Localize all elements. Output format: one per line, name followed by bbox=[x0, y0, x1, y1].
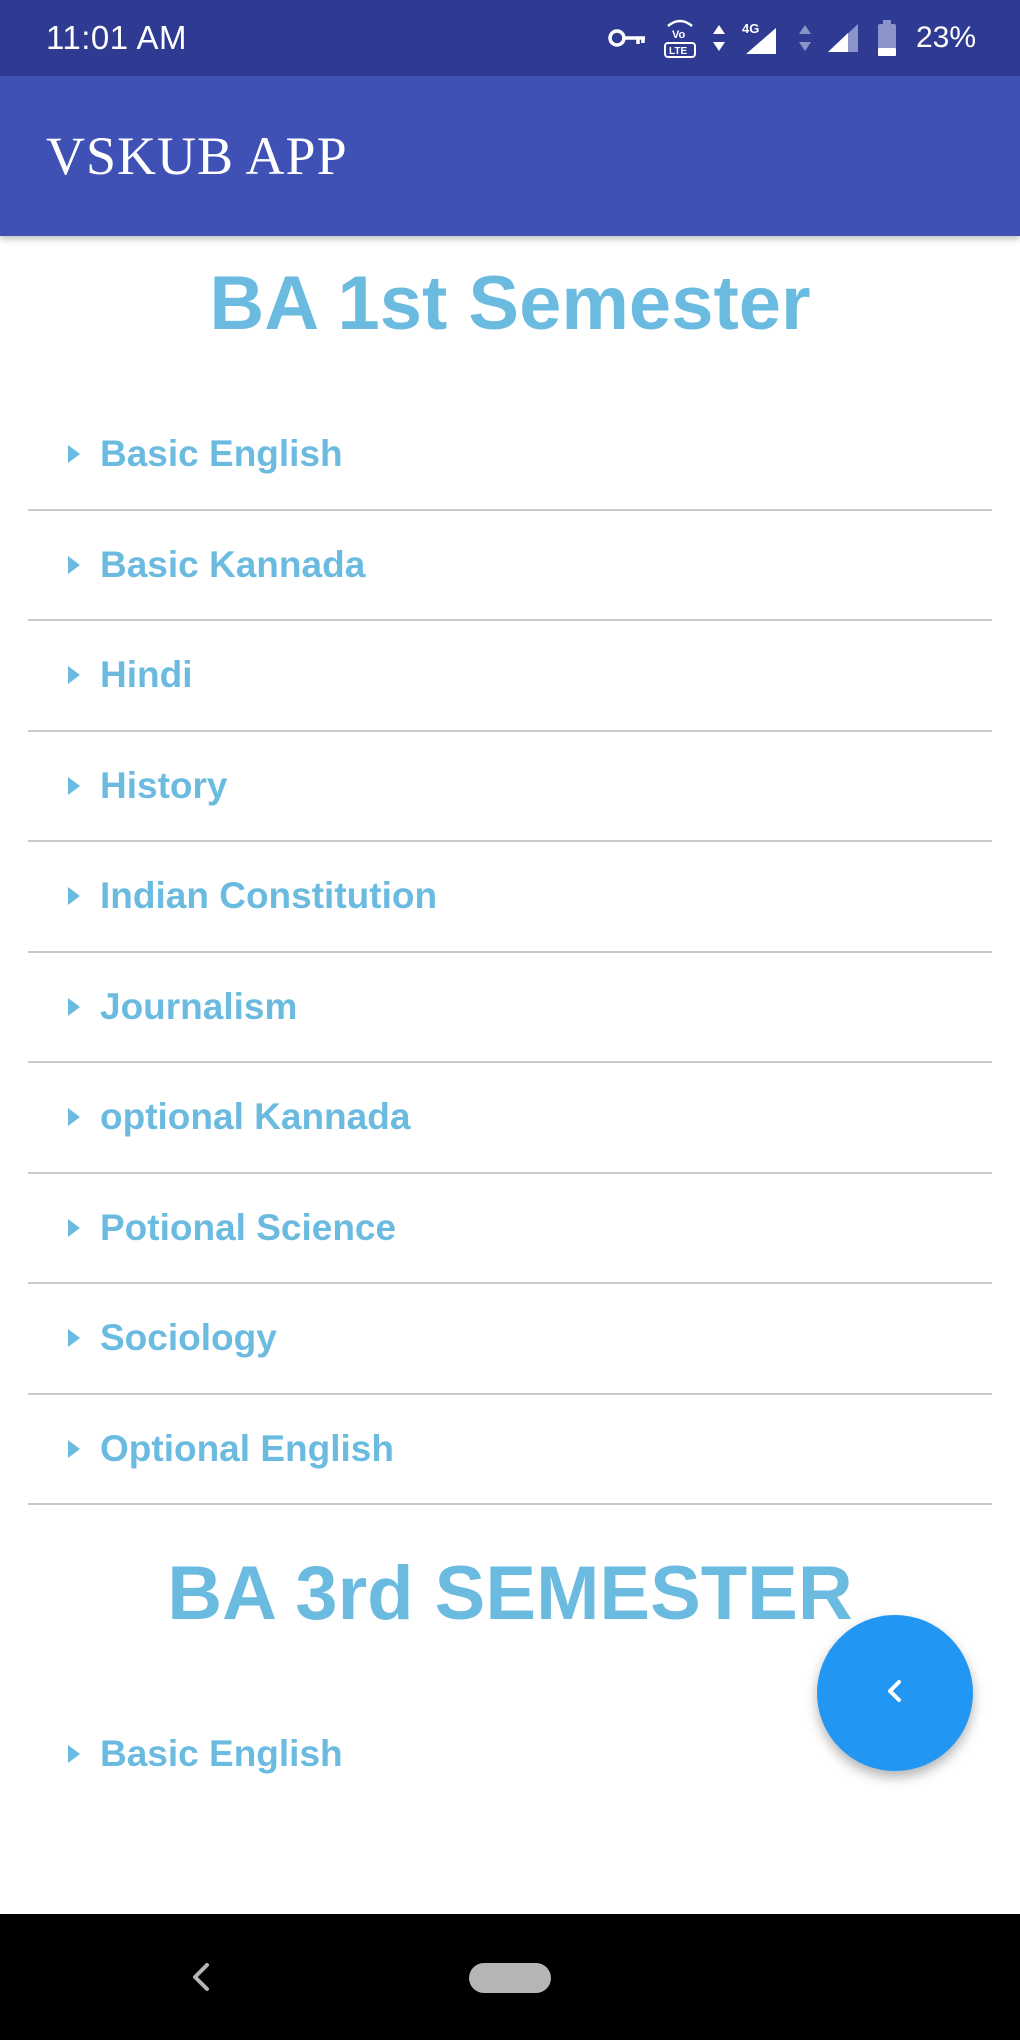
caret-right-icon bbox=[58, 880, 90, 912]
caret-right-icon bbox=[58, 438, 90, 470]
vpn-key-icon bbox=[608, 26, 648, 50]
caret-right-icon bbox=[58, 1433, 90, 1465]
list-item-optional-english[interactable]: Optional English bbox=[28, 1395, 992, 1505]
network-type-label: 4G bbox=[742, 21, 759, 36]
svg-text:Vo: Vo bbox=[672, 29, 686, 41]
chevron-left-icon bbox=[875, 1671, 915, 1716]
nav-home-pill-icon[interactable] bbox=[469, 1963, 551, 1993]
list-item-journalism[interactable]: Journalism bbox=[28, 953, 992, 1063]
status-bar: 11:01 AM Vo LTE 4G 23% bbox=[0, 0, 1020, 76]
list-item-label: Basic English bbox=[100, 1733, 343, 1775]
svg-text:LTE: LTE bbox=[669, 46, 687, 57]
caret-right-icon bbox=[58, 549, 90, 581]
list-item-label: Potional Science bbox=[100, 1206, 397, 1248]
back-fab-button[interactable] bbox=[817, 1615, 973, 1771]
list-item-label: Optional English bbox=[100, 1427, 394, 1469]
nav-back-icon[interactable] bbox=[180, 1954, 220, 2000]
data-arrows-dim-icon bbox=[798, 23, 812, 53]
caret-right-icon bbox=[58, 1322, 90, 1354]
app-bar: VSKUB APP bbox=[0, 76, 1020, 236]
subject-list-1st-semester: Basic English Basic Kannada Hindi Histor… bbox=[28, 400, 992, 1505]
signal-icon bbox=[826, 22, 862, 54]
list-item-basic-kannada[interactable]: Basic Kannada bbox=[28, 511, 992, 621]
list-item-label: Hindi bbox=[100, 654, 193, 696]
list-item-hindi[interactable]: Hindi bbox=[28, 621, 992, 732]
caret-right-icon bbox=[58, 659, 90, 691]
list-item-label: Basic Kannada bbox=[100, 543, 366, 585]
system-nav-bar bbox=[0, 1914, 1020, 2040]
list-item-label: Indian Constitution bbox=[100, 875, 438, 917]
app-title: VSKUB APP bbox=[46, 126, 348, 186]
list-item-optional-kannada[interactable]: optional Kannada bbox=[28, 1063, 992, 1174]
volte-icon: Vo LTE bbox=[662, 16, 698, 60]
list-item-label: History bbox=[100, 764, 228, 806]
section-title-ba-1st-semester: BA 1st Semester bbox=[209, 261, 811, 346]
caret-right-icon bbox=[58, 1738, 90, 1770]
caret-right-icon bbox=[58, 1101, 90, 1133]
battery-percent: 23% bbox=[915, 21, 976, 54]
list-item-sociology[interactable]: Sociology bbox=[28, 1284, 992, 1395]
list-item-label: Sociology bbox=[100, 1317, 277, 1359]
list-item-label: optional Kannada bbox=[100, 1096, 411, 1138]
caret-right-icon bbox=[58, 770, 90, 802]
status-time: 11:01 AM bbox=[46, 19, 187, 56]
list-item-label: Basic English bbox=[100, 433, 343, 475]
list-item-indian-constitution[interactable]: Indian Constitution bbox=[28, 842, 992, 953]
status-icons: Vo LTE 4G 23% bbox=[608, 16, 976, 60]
list-item-history[interactable]: History bbox=[28, 732, 992, 842]
caret-right-icon bbox=[58, 991, 90, 1023]
list-item-label: Journalism bbox=[100, 985, 298, 1027]
caret-right-icon bbox=[58, 1212, 90, 1244]
battery-icon bbox=[876, 19, 898, 57]
list-item-potional-science[interactable]: Potional Science bbox=[28, 1174, 992, 1284]
data-arrows-icon bbox=[712, 23, 726, 53]
signal-4g-icon: 4G bbox=[740, 20, 784, 56]
list-item-basic-english[interactable]: Basic English bbox=[28, 400, 992, 511]
